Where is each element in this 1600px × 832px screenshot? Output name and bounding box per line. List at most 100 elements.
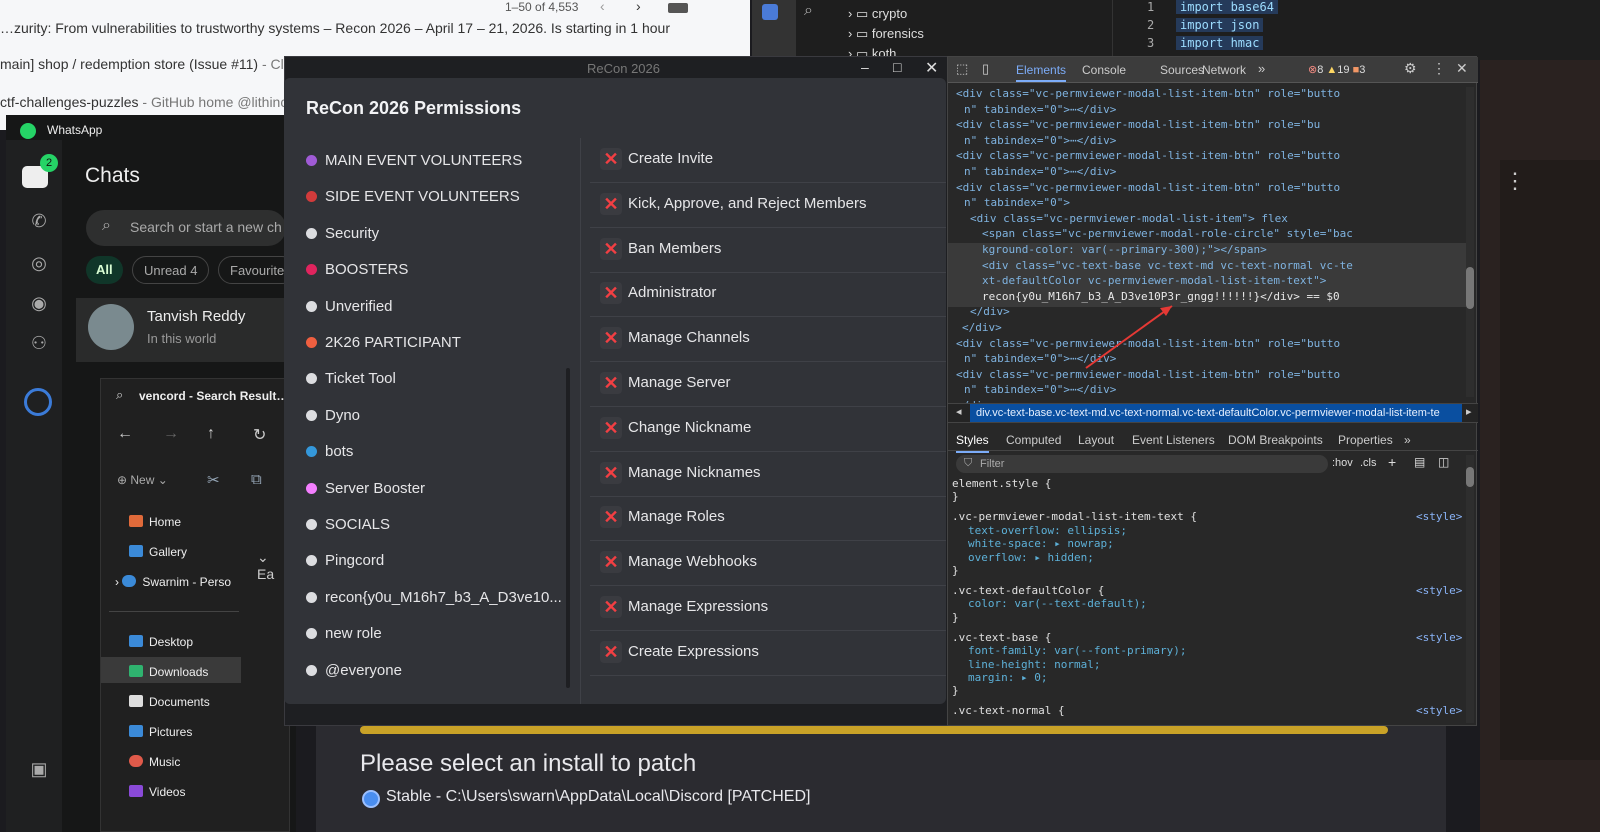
role-item[interactable]: Security <box>306 225 379 242</box>
role-item[interactable]: @everyone <box>306 662 402 679</box>
nav-home[interactable]: Home <box>129 515 181 529</box>
filter-all[interactable]: All <box>86 256 123 284</box>
more-tabs-icon[interactable]: » <box>1404 433 1411 447</box>
breadcrumb-right-icon[interactable]: ▸ <box>1466 405 1472 418</box>
tab-dom-breakpoints[interactable]: DOM Breakpoints <box>1228 433 1323 447</box>
role-item[interactable]: Dyno <box>306 407 360 424</box>
code-line[interactable]: import hmac <box>1176 36 1264 50</box>
dom-node-line[interactable]: <div class="vc-text-base vc-text-md vc-t… <box>982 259 1353 272</box>
styles-filter-input[interactable]: ⛉ Filter <box>956 455 1328 473</box>
tab-sources[interactable]: Sources <box>1160 63 1204 77</box>
nav-music[interactable]: Music <box>129 755 180 769</box>
close-icon[interactable]: ✕ <box>1456 60 1468 77</box>
dom-node-line[interactable]: n" tabindex="0">⋯</div> <box>964 103 1116 116</box>
chat-search-input[interactable]: ⌕ Search or start a new ch <box>86 210 286 246</box>
hov-toggle[interactable]: :hov <box>1332 457 1353 469</box>
folder-crypto[interactable]: › ▭ crypto <box>848 6 907 22</box>
issue-counters[interactable]: ⊗8 ▲19 ■3 <box>1308 63 1365 76</box>
permission-row[interactable]: ✕ Ban Members <box>590 228 946 273</box>
search-tab-title[interactable]: vencord - Search Results in <box>139 389 289 403</box>
css-selector[interactable]: .vc-text-defaultColor { <box>952 584 1104 597</box>
cls-toggle[interactable]: .cls <box>1360 457 1377 469</box>
dom-node-line[interactable]: <div class="vc-permviewer-modal-list-ite… <box>970 212 1288 225</box>
dom-node-line[interactable]: xt-defaultColor vc-permviewer-modal-list… <box>982 274 1326 287</box>
chat-list-item[interactable]: Tanvish Reddy In this world <box>76 298 290 362</box>
communities-icon[interactable]: ⚇ <box>26 330 52 356</box>
css-property[interactable]: white-space: ▸ nowrap; <box>968 537 1114 550</box>
css-rule-end[interactable]: } <box>952 611 959 624</box>
css-rule-end[interactable]: } <box>952 684 959 697</box>
channels-icon[interactable]: ◉ <box>26 290 52 316</box>
css-source-link[interactable]: <style> <box>1416 631 1462 644</box>
dom-node-line[interactable]: <span class="vc-permviewer-modal-role-ci… <box>982 227 1353 240</box>
permission-row[interactable]: ✕ Change Nickname <box>590 407 946 452</box>
nav-desktop[interactable]: Desktop <box>129 635 193 649</box>
paint-icon[interactable]: ▤ <box>1414 455 1425 469</box>
css-selector[interactable]: .vc-text-normal { <box>952 704 1065 717</box>
sidebar-toggle-icon[interactable]: ◫ <box>1438 455 1449 469</box>
css-rule-end[interactable]: } <box>952 564 959 577</box>
tab-styles[interactable]: Styles <box>956 433 989 453</box>
more-tabs-icon[interactable]: » <box>1258 61 1265 76</box>
breadcrumb-left-icon[interactable]: ◂ <box>956 405 962 418</box>
calendar-icon[interactable] <box>762 4 778 20</box>
role-item[interactable]: new role <box>306 625 382 642</box>
css-property[interactable]: line-height: normal; <box>968 658 1100 671</box>
permission-row[interactable]: ✕ Create Invite <box>590 138 946 183</box>
permission-row[interactable]: ✕ Manage Nicknames <box>590 452 946 497</box>
role-item[interactable]: 2K26 PARTICIPANT <box>306 334 461 351</box>
dom-node-line[interactable]: n" tabindex="0">⋯</div> <box>964 165 1116 178</box>
meta-ai-icon[interactable] <box>24 388 52 416</box>
dom-node-line[interactable]: n" tabindex="0">⋯</div> <box>964 383 1116 396</box>
code-line[interactable]: import json <box>1176 18 1264 32</box>
permission-row[interactable]: ✕ Manage Roles <box>590 496 946 542</box>
role-item[interactable]: recon{y0u_M16h7_b3_A_D3ve10... <box>306 589 562 606</box>
role-item[interactable]: Server Booster <box>306 480 425 497</box>
copy-icon[interactable]: ⧉ <box>251 471 262 488</box>
next-page-icon[interactable]: › <box>636 0 641 14</box>
install-radio[interactable] <box>362 790 380 808</box>
dom-node-line[interactable]: n" tabindex="0">⋯</div> <box>964 134 1116 147</box>
up-icon[interactable]: ↑ <box>207 425 215 443</box>
dom-node-line[interactable]: </div> <box>962 321 1002 334</box>
css-property[interactable]: text-overflow: ellipsis; <box>968 524 1127 537</box>
nav-documents[interactable]: Documents <box>129 695 210 709</box>
dom-node-line[interactable]: </div> <box>970 305 1010 318</box>
dom-node-line[interactable]: <div class="vc-permviewer-modal-list-ite… <box>956 87 1340 100</box>
tab-properties[interactable]: Properties <box>1338 433 1393 447</box>
maximize-icon[interactable]: □ <box>893 59 901 75</box>
minimize-icon[interactable]: – <box>861 59 869 75</box>
tab-computed[interactable]: Computed <box>1006 433 1061 447</box>
css-rule-end[interactable]: } <box>952 490 959 503</box>
permission-row[interactable]: ✕ Manage Webhooks <box>590 541 946 587</box>
css-property[interactable]: font-family: var(--font-primary); <box>968 644 1187 657</box>
settings-gear-icon[interactable]: ⚙ <box>1404 60 1417 77</box>
close-icon[interactable]: ✕ <box>925 58 938 78</box>
dom-node-line[interactable]: <div class="vc-permviewer-modal-list-ite… <box>956 118 1320 131</box>
nav-gallery[interactable]: Gallery <box>129 545 187 559</box>
install-option-label[interactable]: Stable - C:\Users\swarn\AppData\Local\Di… <box>386 788 810 806</box>
tab-network[interactable]: Network <box>1202 63 1246 77</box>
css-source-link[interactable]: <style> <box>1416 584 1462 597</box>
role-item[interactable]: MAIN EVENT VOLUNTEERS <box>306 152 522 169</box>
nav-pictures[interactable]: Pictures <box>129 725 192 739</box>
permission-row[interactable]: ✕ Manage Channels <box>590 317 946 363</box>
email-row[interactable]: …zurity: From vulnerabilities to trustwo… <box>0 20 730 36</box>
tab-event-listeners[interactable]: Event Listeners <box>1132 433 1215 447</box>
nav-onedrive[interactable]: › Swarnim - Perso <box>115 575 231 589</box>
role-item[interactable]: Pingcord <box>306 552 384 569</box>
css-selector[interactable]: element.style { <box>952 477 1051 490</box>
device-toggle-icon[interactable]: ▯ <box>982 61 989 77</box>
dom-node-line[interactable]: <div class="vc-permviewer-modal-list-ite… <box>956 181 1340 194</box>
cut-icon[interactable]: ✂ <box>207 471 220 489</box>
nav-downloads[interactable]: Downloads <box>129 665 208 679</box>
keyboard-icon[interactable] <box>668 3 688 13</box>
dom-scrollbar[interactable] <box>1466 87 1474 397</box>
dom-node-line[interactable]: n" tabindex="0"> <box>964 196 1070 209</box>
prev-page-icon[interactable]: ‹ <box>600 0 605 14</box>
refresh-icon[interactable]: ↻ <box>253 425 266 445</box>
breadcrumb-path[interactable]: div.vc-text-base.vc-text-md.vc-text-norm… <box>970 404 1462 422</box>
more-options-icon[interactable]: ⋮ <box>1432 60 1446 77</box>
permission-row[interactable]: ✕ Create Expressions <box>590 631 946 676</box>
css-selector[interactable]: .vc-permviewer-modal-list-item-text { <box>952 510 1197 523</box>
